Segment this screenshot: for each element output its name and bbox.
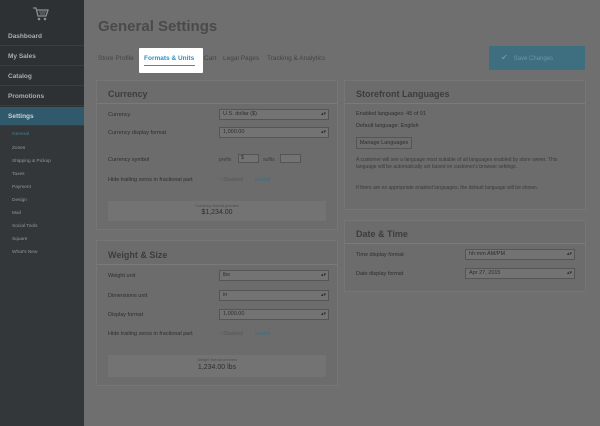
subnav-item-whats-new[interactable]: What's New bbox=[12, 250, 37, 255]
select-arrow-icon: ▴▾ bbox=[320, 272, 326, 278]
check-icon: ✔ bbox=[501, 53, 508, 62]
weight-format-value: 1,000.00 bbox=[223, 311, 245, 317]
card-divider bbox=[345, 103, 585, 104]
sidebar-item-promotions[interactable]: Promotions bbox=[0, 87, 84, 106]
enabled-languages-text: Enabled languages: 45 of 91 bbox=[356, 111, 427, 117]
manage-languages-button[interactable]: Manage Languages bbox=[356, 137, 412, 149]
tab-active-underline bbox=[144, 65, 195, 66]
tab-legal-pages[interactable]: Legal Pages bbox=[223, 55, 259, 62]
card-divider bbox=[345, 243, 585, 244]
select-arrow-icon: ▴▾ bbox=[320, 311, 326, 317]
prefix-input[interactable]: $ bbox=[238, 154, 259, 163]
weight-preview-value: 1,234.00 lbs bbox=[197, 364, 237, 371]
subnav-item-zones[interactable]: Zones bbox=[12, 146, 25, 151]
currency-select[interactable]: U.S. dollar ($) ▴▾ bbox=[219, 109, 329, 120]
dimensions-unit-value: in bbox=[223, 292, 228, 298]
currency-select-value: U.S. dollar ($) bbox=[223, 111, 257, 117]
tab-tracking-analytics[interactable]: Tracking & Analytics bbox=[267, 55, 325, 62]
weight-preview-label: Weight format preview bbox=[197, 357, 237, 362]
weight-enable-link[interactable]: Enable bbox=[255, 331, 271, 337]
shopping-cart-icon[interactable] bbox=[32, 6, 50, 22]
time-format-label: Time display format bbox=[356, 252, 404, 258]
suffix-input[interactable] bbox=[280, 154, 301, 163]
currency-label: Currency bbox=[108, 112, 131, 118]
currency-symbol-label: Currency symbol bbox=[108, 157, 150, 163]
time-format-select[interactable]: hh:mm AM/PM ▴▾ bbox=[465, 249, 575, 260]
weight-hide-zeros-label: Hide trailing zeros in fractional part bbox=[108, 331, 193, 337]
currency-card: Currency Currency U.S. dollar ($) ▴▾ Curr… bbox=[96, 80, 338, 230]
card-divider bbox=[97, 264, 337, 265]
select-arrow-icon: ▴▾ bbox=[320, 292, 326, 298]
tab-formats-units[interactable]: Formats & Units bbox=[144, 55, 194, 62]
sidebar-item-my-sales[interactable]: My Sales bbox=[0, 47, 84, 66]
weight-display-format-label: Display format bbox=[108, 312, 144, 318]
date-format-label: Date display format bbox=[356, 271, 404, 277]
subnav-item-square[interactable]: Square bbox=[12, 237, 27, 242]
currency-disabled-option[interactable]: ○ Disabled bbox=[219, 177, 243, 183]
subnav-item-general[interactable]: General bbox=[12, 132, 29, 137]
main-content: General Settings Store Profile Formats &… bbox=[84, 0, 600, 426]
subnav-item-mail[interactable]: Mail bbox=[12, 211, 21, 216]
language-note-1: A customer will see a language most suit… bbox=[356, 157, 558, 170]
weight-size-title: Weight & Size bbox=[108, 250, 168, 260]
sidebar: Dashboard My Sales Catalog Promotions Se… bbox=[0, 0, 84, 426]
select-arrow-icon: ▴▾ bbox=[320, 111, 326, 117]
weight-size-card: Weight & Size Weight unit lbs ▴▾ Dimensio… bbox=[96, 240, 338, 386]
subnav-item-taxes[interactable]: Taxes bbox=[12, 172, 25, 177]
sidebar-item-catalog[interactable]: Catalog bbox=[0, 67, 84, 86]
date-time-card: Date & Time Time display format hh:mm AM… bbox=[344, 220, 586, 292]
language-note-2: If there are no appropriate enabled lang… bbox=[356, 185, 539, 191]
currency-format-select[interactable]: 1,000.00 ▴▾ bbox=[219, 127, 329, 138]
dimensions-unit-select[interactable]: in ▴▾ bbox=[219, 290, 329, 301]
save-changes-button[interactable]: ✔ Save Changes bbox=[489, 46, 585, 70]
currency-preview-box: Currency format preview $1,234.00 bbox=[108, 201, 326, 221]
dimensions-unit-label: Dimensions unit bbox=[108, 293, 148, 299]
save-changes-label: Save Changes bbox=[513, 56, 554, 62]
weight-disabled-text: Disabled bbox=[223, 331, 243, 337]
currency-preview-value: $1,234.00 bbox=[201, 209, 233, 216]
currency-disabled-text: Disabled bbox=[223, 177, 243, 183]
settings-subnav: General Zones Shipping & Pickup Taxes Pa… bbox=[0, 126, 84, 426]
tab-store-profile[interactable]: Store Profile bbox=[98, 55, 134, 62]
storefront-languages-card: Storefront Languages Enabled languages: … bbox=[344, 80, 586, 210]
subnav-item-social-tools[interactable]: Social Tools bbox=[12, 224, 38, 229]
weight-unit-label: Weight unit bbox=[108, 273, 136, 279]
date-format-value: Apr 27, 2015 bbox=[469, 270, 501, 276]
currency-title: Currency bbox=[108, 89, 148, 99]
storefront-languages-title: Storefront Languages bbox=[356, 89, 450, 99]
select-arrow-icon: ▴▾ bbox=[320, 129, 326, 135]
time-format-value: hh:mm AM/PM bbox=[469, 251, 506, 257]
prefix-label: prefix bbox=[219, 157, 232, 163]
currency-enable-link[interactable]: Enable bbox=[255, 177, 271, 183]
sidebar-item-settings[interactable]: Settings bbox=[0, 107, 84, 126]
currency-preview-label: Currency format preview bbox=[195, 203, 239, 208]
select-arrow-icon: ▴▾ bbox=[566, 270, 572, 276]
weight-preview-box: Weight format preview 1,234.00 lbs bbox=[108, 355, 326, 377]
weight-format-select[interactable]: 1,000.00 ▴▾ bbox=[219, 309, 329, 320]
select-arrow-icon: ▴▾ bbox=[566, 251, 572, 257]
subnav-item-design[interactable]: Design bbox=[12, 198, 27, 203]
subnav-item-shipping[interactable]: Shipping & Pickup bbox=[12, 159, 51, 164]
currency-display-format-label: Currency display format bbox=[108, 130, 167, 136]
weight-unit-value: lbs bbox=[223, 272, 231, 278]
subnav-item-payment[interactable]: Payment bbox=[12, 185, 31, 190]
weight-disabled-option[interactable]: ○ Disabled bbox=[219, 331, 243, 337]
currency-hide-zeros-label: Hide trailing zeros in fractional part bbox=[108, 177, 193, 183]
weight-unit-select[interactable]: lbs ▴▾ bbox=[219, 270, 329, 281]
date-time-title: Date & Time bbox=[356, 229, 408, 239]
date-format-select[interactable]: Apr 27, 2015 ▴▾ bbox=[465, 268, 575, 279]
sidebar-item-dashboard[interactable]: Dashboard bbox=[0, 27, 84, 46]
suffix-label: suffix bbox=[263, 157, 275, 163]
tab-cart[interactable]: Cart bbox=[204, 55, 216, 62]
card-divider bbox=[97, 103, 337, 104]
currency-format-value: 1,000.00 bbox=[223, 129, 245, 135]
default-language-text: Default language: English bbox=[356, 123, 419, 129]
page-title: General Settings bbox=[98, 18, 218, 35]
